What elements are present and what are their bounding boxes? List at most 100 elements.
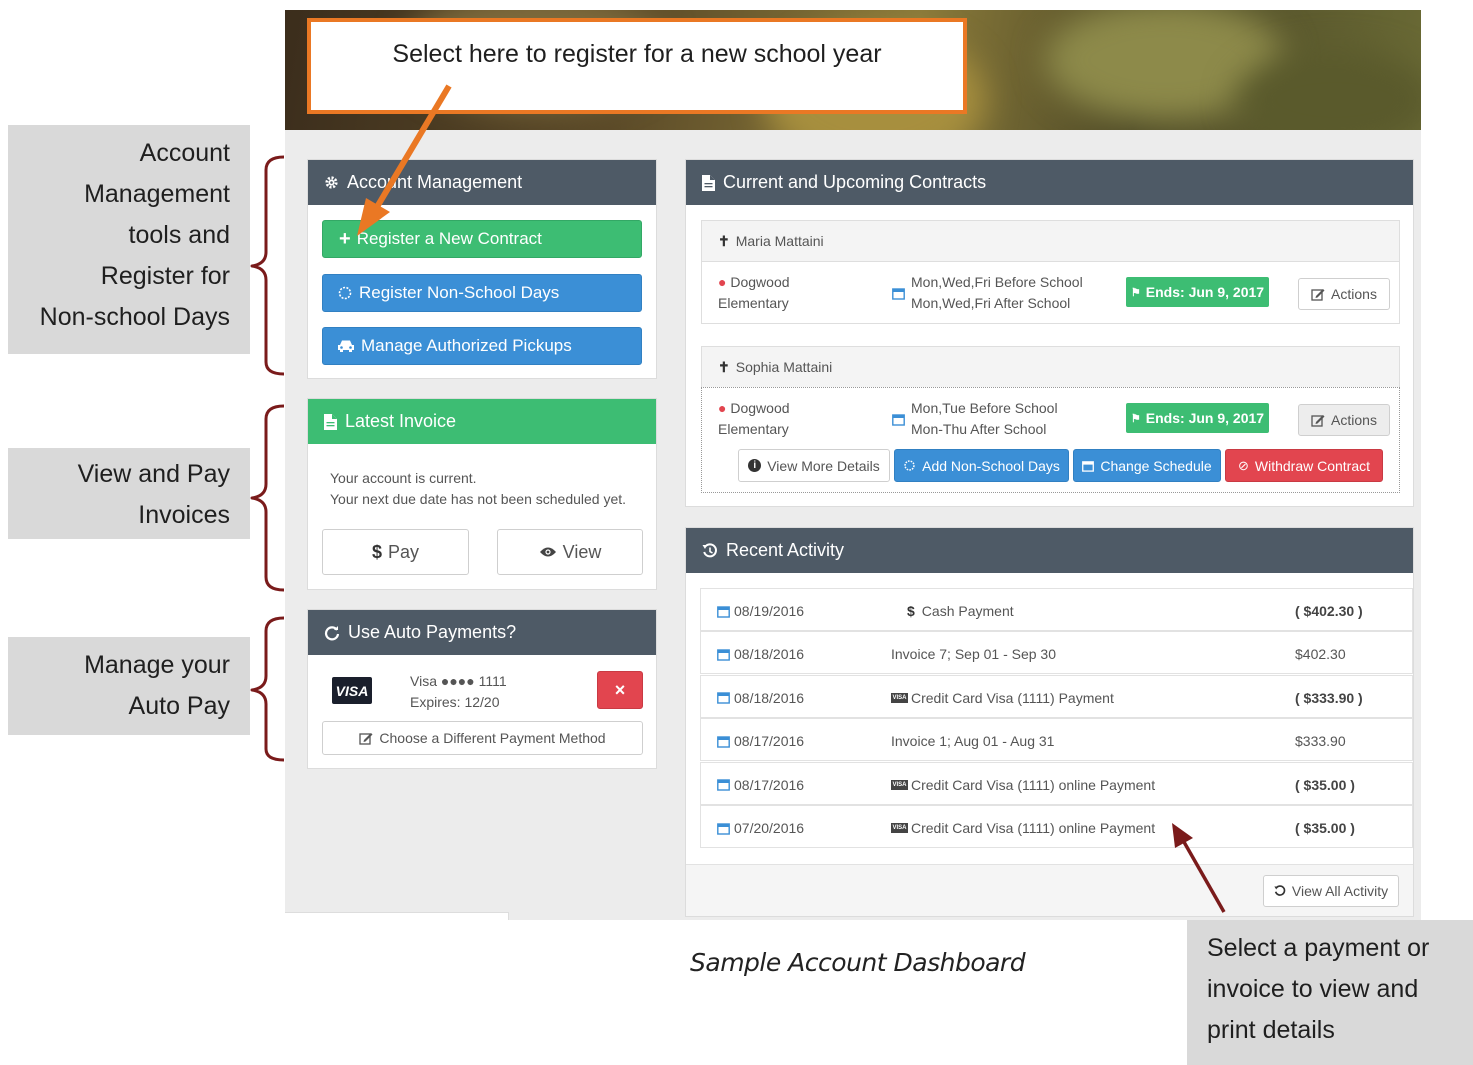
child-header-sophia: ✝ Sophia Mattaini (701, 346, 1400, 388)
activity-date-text: 07/20/2016 (734, 820, 805, 836)
view-more-details-label: View More Details (767, 457, 880, 474)
schedule-line2: Mon,Wed,Fri After School (911, 295, 1071, 311)
calendar-icon (892, 414, 905, 426)
activity-row[interactable]: 08/18/2016 Invoice 7; Sep 01 - Sep 30 $402… (700, 631, 1413, 675)
flag-icon: ⚑ (1130, 412, 1141, 425)
register-non-school-days-button[interactable]: Register Non-School Days (322, 274, 642, 312)
payment-details-line: invoice to view and (1207, 975, 1419, 1003)
calendar-icon (717, 822, 730, 835)
eye-icon (539, 547, 556, 557)
account-tools-callout: Account Management tools and Register fo… (8, 125, 250, 354)
school-name-line1: Dogwood (730, 400, 790, 416)
manage-authorized-pickups-button[interactable]: Manage Authorized Pickups (322, 327, 642, 365)
activity-description: Invoice 7; Sep 01 - Sep 30 (891, 646, 1056, 662)
calendar-icon (717, 779, 730, 791)
pay-button[interactable]: $ Pay (322, 529, 469, 575)
calendar-icon (717, 605, 730, 618)
actions-button[interactable]: Actions (1298, 278, 1390, 310)
calendar-icon (717, 692, 730, 704)
activity-date-text: 08/19/2016 (734, 603, 805, 619)
activity-description-text: Invoice 7; Sep 01 - Sep 30 (891, 646, 1056, 663)
activity-description-text: Invoice 1; Aug 01 - Aug 31 (891, 733, 1055, 750)
activity-description: VISA Credit Card Visa (1111) online Payme… (891, 820, 1155, 836)
child-name: Sophia Mattaini (735, 359, 833, 375)
latest-invoice-title: Latest Invoice (345, 411, 457, 431)
contract-row-maria: ● Dogwood Elementary Mon,Wed,Fri Before … (701, 261, 1400, 324)
visa-logo-text: VISA (335, 682, 369, 699)
contract-end-text: Ends: Jun 9, 2017 (1145, 284, 1265, 300)
calendar-icon (892, 288, 905, 300)
contract-end-text: Ends: Jun 9, 2017 (1145, 410, 1265, 426)
info-icon: i (748, 459, 762, 472)
register-callout-text: Select here to register for a new school… (392, 40, 882, 68)
activity-amount: ( $35.00 ) (1295, 820, 1355, 836)
child-header-maria: ✝ Maria Mattaini (701, 220, 1400, 262)
refresh-icon (324, 625, 340, 640)
calendar-icon (717, 649, 730, 661)
activity-date: 08/19/2016 (717, 603, 804, 619)
school-name-line2: Elementary (718, 295, 789, 311)
withdraw-contract-label: Withdraw Contract (1254, 457, 1371, 474)
autopay-line: Manage your (84, 651, 230, 679)
view-more-details-button[interactable]: i View More Details (738, 449, 890, 482)
register-new-contract-label: Register a New Contract (356, 229, 542, 248)
activity-row[interactable]: 08/18/2016 VISA Credit Card Visa (1111) Pa… (700, 674, 1413, 718)
activity-description: VISA Credit Card Visa (1111) online Payme… (891, 777, 1155, 793)
invoices-bracket (250, 404, 285, 592)
withdraw-contract-button[interactable]: ⊘ Withdraw Contract (1225, 449, 1383, 482)
contracts-panel: Current and Upcoming Contracts ✝ Maria M… (685, 159, 1414, 507)
choose-payment-method-button[interactable]: Choose a Different Payment Method (322, 721, 643, 755)
activity-row[interactable]: 08/17/2016 Invoice 1; Aug 01 - Aug 31 $333… (700, 718, 1413, 762)
schedule-line1: Mon,Wed,Fri Before School (911, 274, 1083, 290)
change-schedule-button[interactable]: Change Schedule (1073, 449, 1221, 482)
auto-payments-title: Use Auto Payments? (348, 622, 517, 642)
contract-end-badge: ⚑ Ends: Jun 9, 2017 (1126, 403, 1269, 433)
account-status-text: Your account is current. (330, 470, 477, 486)
contract-end-badge: ⚑ Ends: Jun 9, 2017 (1126, 277, 1269, 307)
activity-date: 08/17/2016 (717, 733, 804, 749)
footer-tab (285, 912, 509, 920)
view-invoice-button[interactable]: View (497, 529, 643, 575)
sun-icon (338, 286, 352, 300)
calendar-icon (717, 735, 730, 748)
register-callout-box: Select here to register for a new school… (307, 18, 967, 114)
contracts-header: Current and Upcoming Contracts (686, 160, 1413, 205)
activity-date: 08/18/2016 (717, 646, 804, 662)
activity-row[interactable]: 08/19/2016 $ Cash Payment ( $402.30 ) (700, 588, 1413, 631)
auto-payments-panel: Use Auto Payments? VISA Visa ●●●● 1111 E… (307, 609, 657, 769)
activity-row[interactable]: 07/20/2016 VISA Credit Card Visa (1111) on… (700, 805, 1413, 848)
view-all-activity-label: View All Activity (1291, 883, 1389, 899)
school-location: ● Dogwood (718, 274, 790, 290)
child-icon: ✝ (718, 358, 730, 375)
account-tools-bracket (250, 155, 285, 376)
child-name: Maria Mattaini (735, 233, 824, 249)
register-new-contract-button[interactable]: + Register a New Contract (322, 220, 642, 258)
account-tools-line: Non-school Days (39, 303, 230, 331)
history-icon (702, 542, 717, 557)
add-non-school-days-button[interactable]: Add Non-School Days (894, 449, 1069, 482)
activity-description-text: Credit Card Visa (1111) Payment (911, 689, 1114, 706)
calendar-icon (1082, 460, 1095, 472)
activity-amount: ( $402.30 ) (1295, 603, 1363, 619)
activity-date-text: 08/18/2016 (734, 689, 805, 706)
school-location: ● Dogwood (718, 400, 790, 416)
ban-icon: ⊘ (1237, 457, 1249, 473)
activity-date: 08/18/2016 (717, 690, 804, 706)
view-all-activity-button[interactable]: View All Activity (1263, 875, 1399, 907)
change-schedule-label: Change Schedule (1100, 457, 1212, 474)
activity-description-text: Credit Card Visa (1111) online Payment (911, 776, 1156, 793)
remove-payment-button[interactable]: × (597, 671, 643, 709)
recent-activity-panel: Recent Activity 08/19/2016 $ Cash Payment (… (685, 527, 1414, 917)
choose-payment-method-label: Choose a Different Payment Method (379, 730, 606, 746)
edit-icon (1311, 288, 1325, 301)
actions-button[interactable]: Actions (1298, 404, 1390, 436)
invoices-line: Invoices (138, 501, 230, 529)
child-icon: ✝ (718, 232, 730, 249)
visa-icon: VISA (891, 692, 908, 703)
activity-amount: ( $333.90 ) (1295, 689, 1363, 706)
account-management-panel: Account Management + Register a New Cont… (307, 159, 657, 379)
activity-date-text: 08/18/2016 (734, 646, 805, 663)
add-non-school-days-label: Add Non-School Days (922, 457, 1060, 474)
actions-label: Actions (1331, 412, 1377, 428)
activity-row[interactable]: 08/17/2016 VISA Credit Card Visa (1111) on… (700, 761, 1413, 805)
